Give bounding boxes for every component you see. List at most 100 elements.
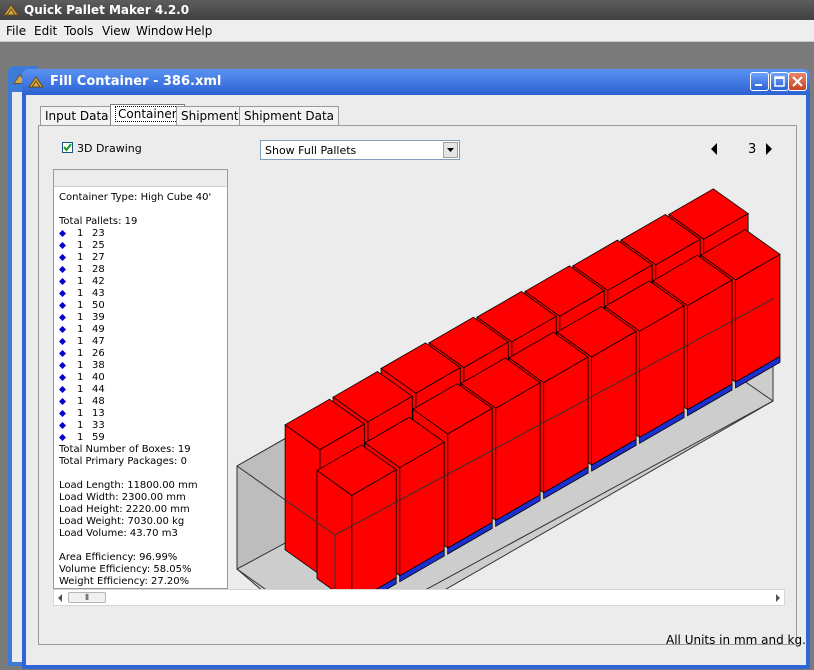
diamond-bullet-icon <box>59 314 66 321</box>
diamond-bullet-icon <box>59 326 66 333</box>
container-3d-view <box>236 188 781 589</box>
diamond-bullet-icon <box>59 302 66 309</box>
diamond-bullet-icon <box>59 410 66 417</box>
pallet-id: 25 <box>92 240 105 251</box>
fill-container-window: Fill Container - 386.xml Input Data Cont… <box>22 69 810 669</box>
scroll-left-icon[interactable] <box>56 593 64 603</box>
diamond-bullet-icon <box>59 374 66 381</box>
diamond-bullet-icon <box>59 242 66 249</box>
diamond-bullet-icon <box>59 278 66 285</box>
close-button[interactable] <box>788 72 807 91</box>
menu-help[interactable]: Help <box>185 24 212 38</box>
pallet-id: 13 <box>92 408 105 419</box>
box-side <box>284 424 321 576</box>
app-logo-icon <box>3 4 19 16</box>
units-status: All Units in mm and kg. <box>666 633 806 647</box>
pallet-id: 40 <box>92 372 105 383</box>
container-tab-panel: 3D Drawing Show Full Pallets 3 Container… <box>38 125 797 645</box>
pallet-id: 26 <box>92 348 105 359</box>
pallet-id: 27 <box>92 252 105 263</box>
app-title-bar: Quick Pallet Maker 4.2.0 <box>0 0 814 20</box>
pallet-id: 23 <box>92 228 105 239</box>
pallet-quantity: 1 <box>77 252 84 263</box>
pallet-quantity: 1 <box>77 372 84 383</box>
tab-shipment[interactable]: Shipment <box>176 106 244 125</box>
total-boxes: Total Number of Boxes: 19 <box>59 444 191 455</box>
checkmark-icon <box>63 143 72 152</box>
horizontal-scrollbar[interactable]: ⦀ <box>53 589 785 606</box>
container-type: Container Type: High Cube 40' <box>59 192 212 203</box>
pallet-quantity: 1 <box>77 408 84 419</box>
menu-file[interactable]: File <box>6 24 26 38</box>
pallet-quantity: 1 <box>77 384 84 395</box>
menu-window[interactable]: Window <box>136 24 183 38</box>
total-primary-packages: Total Primary Packages: 0 <box>59 456 187 467</box>
pallet-id: 49 <box>92 324 105 335</box>
window-title: Fill Container - 386.xml <box>50 74 222 89</box>
tab-container[interactable]: Container <box>110 104 185 126</box>
diamond-bullet-icon <box>59 350 66 357</box>
total-pallets: Total Pallets: 19 <box>59 216 138 227</box>
load-length: Load Length: 11800.00 mm <box>59 480 198 491</box>
pallet-id: 39 <box>92 312 105 323</box>
tab-shipment-data[interactable]: Shipment Data <box>239 106 340 125</box>
menu-view[interactable]: View <box>102 24 130 38</box>
drawing-3d-checkbox[interactable] <box>62 142 73 153</box>
weight-efficiency: Weight Efficiency: 27.20% <box>59 576 190 587</box>
diamond-bullet-icon <box>59 362 66 369</box>
pallet-quantity: 1 <box>77 360 84 371</box>
window-logo-icon <box>28 76 44 88</box>
pallet-quantity: 1 <box>77 228 84 239</box>
pallet-id: 33 <box>92 420 105 431</box>
view-mode-select[interactable]: Show Full Pallets <box>260 140 460 160</box>
container-info-list: Container Type: High Cube 40' Total Pall… <box>53 169 228 589</box>
drawing-3d-label[interactable]: 3D Drawing <box>77 142 142 155</box>
load-volume: Load Volume: 43.70 m3 <box>59 528 178 539</box>
diamond-bullet-icon <box>59 422 66 429</box>
pallet-id: 38 <box>92 360 105 371</box>
pallet-id: 50 <box>92 300 105 311</box>
page-number: 3 <box>748 142 757 157</box>
view-mode-value: Show Full Pallets <box>265 144 357 157</box>
menu-bar: File Edit Tools View Window Help <box>0 20 814 42</box>
pallet-quantity: 1 <box>77 420 84 431</box>
window-title-bar: Fill Container - 386.xml <box>22 69 810 95</box>
pallet-id: 48 <box>92 396 105 407</box>
info-list-header <box>54 170 227 187</box>
diamond-bullet-icon <box>59 230 66 237</box>
diamond-bullet-icon <box>59 434 66 441</box>
menu-edit[interactable]: Edit <box>34 24 57 38</box>
menu-tools[interactable]: Tools <box>64 24 94 38</box>
load-width: Load Width: 2300.00 mm <box>59 492 186 503</box>
minimize-button[interactable] <box>750 72 769 91</box>
next-page-button[interactable] <box>764 143 774 155</box>
pallet-quantity: 1 <box>77 396 84 407</box>
chevron-down-icon <box>447 148 454 152</box>
window-client-area: Input Data Container Shipment Shipment D… <box>26 95 806 665</box>
maximize-button[interactable] <box>770 72 789 91</box>
load-height: Load Height: 2220.00 mm <box>59 504 190 515</box>
pallet-quantity: 1 <box>77 336 84 347</box>
tab-input-data[interactable]: Input Data <box>40 106 114 125</box>
pallet-quantity: 1 <box>77 276 84 287</box>
app-title: Quick Pallet Maker 4.2.0 <box>24 3 190 17</box>
pallet-quantity: 1 <box>77 432 84 443</box>
area-efficiency: Area Efficiency: 96.99% <box>59 552 178 563</box>
diamond-bullet-icon <box>59 266 66 273</box>
pallet-id: 42 <box>92 276 105 287</box>
previous-page-button[interactable] <box>709 143 719 155</box>
diamond-bullet-icon <box>59 254 66 261</box>
pallet-quantity: 1 <box>77 348 84 359</box>
pallet-quantity: 1 <box>77 324 84 335</box>
pallet-id: 44 <box>92 384 105 395</box>
pallet-id: 43 <box>92 288 105 299</box>
pallet-id: 47 <box>92 336 105 347</box>
pallet-quantity: 1 <box>77 240 84 251</box>
pallet-quantity: 1 <box>77 288 84 299</box>
dropdown-arrow-button[interactable] <box>443 142 458 158</box>
load-weight: Load Weight: 7030.00 kg <box>59 516 185 527</box>
scroll-right-icon[interactable] <box>774 593 782 603</box>
scrollbar-thumb[interactable]: ⦀ <box>68 592 106 603</box>
pallet-quantity: 1 <box>77 312 84 323</box>
pallet-quantity: 1 <box>77 264 84 275</box>
